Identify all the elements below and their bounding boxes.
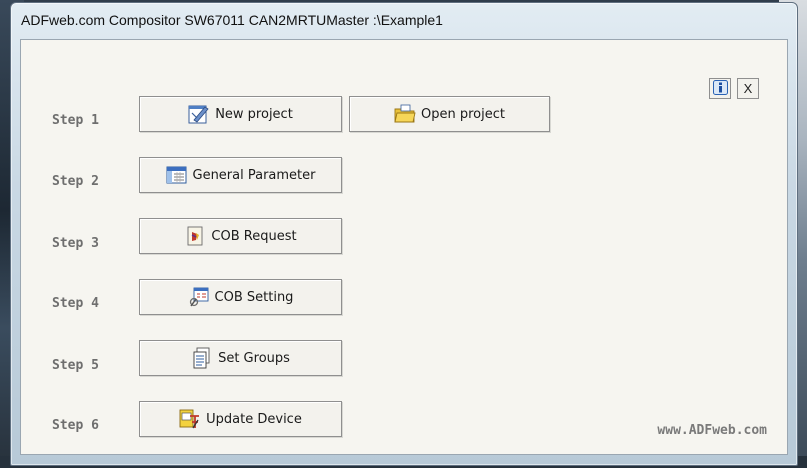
- update-device-icon: [179, 408, 201, 430]
- website-link[interactable]: www.ADFweb.com: [657, 423, 767, 438]
- step-2-label: Step 2: [52, 174, 99, 189]
- open-project-button[interactable]: Open project: [349, 96, 550, 132]
- open-project-label: Open project: [421, 106, 505, 122]
- cob-setting-button[interactable]: COB Setting: [139, 279, 342, 315]
- set-groups-label: Set Groups: [218, 350, 290, 366]
- step-1-label: Step 1: [52, 113, 99, 128]
- new-project-button[interactable]: New project: [139, 96, 342, 132]
- info-icon: [712, 79, 728, 98]
- step-5-label: Step 5: [52, 358, 99, 373]
- step-6-label: Step 6: [52, 418, 99, 433]
- folder-icon: [394, 103, 416, 125]
- update-device-label: Update Device: [206, 411, 302, 427]
- title-bar[interactable]: ADFweb.com Compositor SW67011 CAN2MRTUMa…: [11, 3, 797, 37]
- window-title: ADFweb.com Compositor SW67011 CAN2MRTUMa…: [21, 12, 443, 28]
- client-area: X Step 1 Step 2 Step 3 Step 4 Step 5 Ste…: [20, 39, 788, 455]
- request-icon: [184, 225, 206, 247]
- document-icon: [191, 347, 213, 369]
- general-parameter-button[interactable]: General Parameter: [139, 157, 342, 193]
- step-4-label: Step 4: [52, 296, 99, 311]
- app-window: ADFweb.com Compositor SW67011 CAN2MRTUMa…: [10, 2, 798, 466]
- new-project-icon: [188, 103, 210, 125]
- cob-request-button[interactable]: COB Request: [139, 218, 342, 254]
- update-device-button[interactable]: Update Device: [139, 401, 342, 437]
- cob-setting-label: COB Setting: [214, 289, 294, 305]
- close-button[interactable]: X: [737, 78, 759, 99]
- close-label: X: [743, 81, 753, 96]
- new-project-label: New project: [215, 106, 293, 122]
- general-parameter-label: General Parameter: [192, 167, 316, 183]
- table-icon: [166, 164, 188, 186]
- cob-request-label: COB Request: [211, 228, 297, 244]
- info-button[interactable]: [709, 78, 731, 99]
- setting-icon: [188, 286, 210, 308]
- set-groups-button[interactable]: Set Groups: [139, 340, 342, 376]
- step-3-label: Step 3: [52, 236, 99, 251]
